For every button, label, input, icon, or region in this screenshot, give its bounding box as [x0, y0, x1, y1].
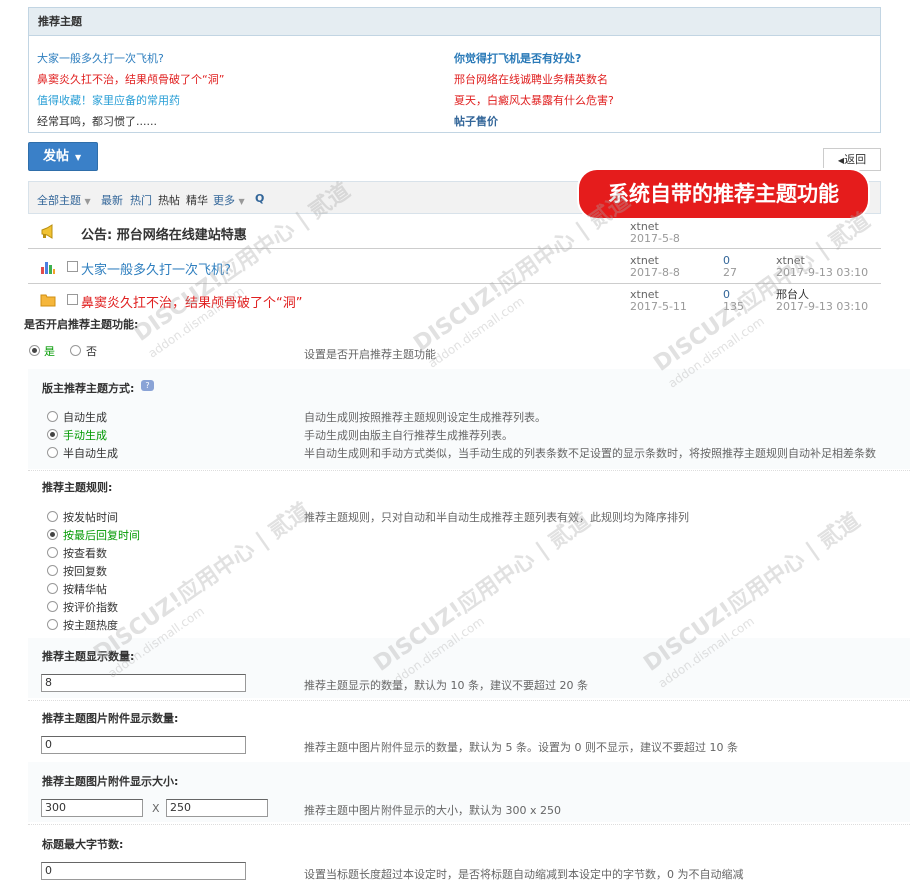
help-icon[interactable]: ? — [141, 380, 154, 391]
radio-label-rule[interactable]: 按查看数 — [63, 545, 107, 561]
setting-desc-img-size: 推荐主题中图片附件显示的大小，默认为 300 x 250 — [304, 804, 561, 817]
screenshot-stage: 推荐主题 大家一般多久打一次飞机? 鼻窦炎久扛不治，结果颅骨破了个“洞” 值得收… — [0, 0, 910, 889]
filter-hot-posts[interactable]: 热帖 — [158, 192, 180, 208]
setting-desc-count: 推荐主题显示的数量，默认为 10 条，建议不要超过 20 条 — [304, 679, 588, 692]
radio-label-rule[interactable]: 按最后回复时间 — [63, 527, 140, 543]
new-post-label: 发帖 — [43, 149, 70, 164]
chevron-down-icon: ▼ — [238, 197, 245, 206]
filter-digest[interactable]: 精华 — [186, 192, 208, 208]
thread-date: 2017-5-8 — [630, 232, 680, 245]
setting-desc-enable: 设置是否开启推荐主题功能 — [304, 348, 436, 361]
radio-label-no[interactable]: 否 — [86, 343, 97, 359]
setting-desc-title-len: 设置当标题长度超过本设定时，是否将标题自动缩减到本设定中的字节数，0 为不自动缩… — [304, 868, 744, 881]
recommend-link[interactable]: 经常耳鸣，都习惯了...... — [37, 111, 224, 132]
recommend-link[interactable]: 值得收藏！家里应备的常用药 — [37, 90, 224, 111]
img-count-input[interactable]: 0 — [41, 736, 246, 754]
recommend-right-list: 你觉得打飞机是否有好处? 邢台网络在线诚聘业务精英数名 夏天，白癜风太暴露有什么… — [454, 48, 614, 132]
filter-all-threads[interactable]: 全部主题 ▼ — [37, 192, 91, 208]
filter-latest[interactable]: 最新 — [101, 192, 123, 208]
setting-desc-mode-semi: 半自动生成则和手动方式类似，当手动生成的列表条数不足设置的显示条数时，将按照推荐… — [304, 447, 876, 460]
radio-rule-option[interactable] — [47, 565, 58, 576]
search-icon[interactable]: Q — [255, 192, 264, 205]
filter-all-label: 全部主题 — [37, 194, 81, 207]
divider — [28, 824, 910, 825]
img-width-input[interactable]: 300 — [41, 799, 143, 817]
setting-desc-mode-manual: 手动生成则由版主自行推荐生成推荐列表。 — [304, 429, 513, 442]
radio-rule-option[interactable] — [47, 547, 58, 558]
recommend-left-list: 大家一般多久打一次飞机? 鼻窦炎久扛不治，结果颅骨破了个“洞” 值得收藏！家里应… — [37, 48, 224, 132]
radio-rule-option[interactable] — [47, 619, 58, 630]
radio-label-mode-manual[interactable]: 手动生成 — [63, 427, 107, 443]
filter-more-label: 更多 — [213, 194, 235, 207]
setting-title-mode: 版主推荐主题方式: — [42, 382, 135, 395]
radio-rule-option[interactable] — [47, 601, 58, 612]
setting-desc-mode-auto: 自动生成则按照推荐主题规则设定生成推荐列表。 — [304, 411, 546, 424]
thread-checkbox[interactable] — [67, 294, 78, 305]
setting-title-enable: 是否开启推荐主题功能: — [24, 318, 139, 331]
radio-rule-option[interactable] — [47, 529, 58, 540]
filter-more[interactable]: 更多 ▼ — [213, 192, 245, 208]
setting-title-img-size: 推荐主题图片附件显示大小: — [42, 775, 179, 788]
thread-title[interactable]: 公告: 邢台网络在线建站特惠 — [81, 224, 247, 243]
recommend-box: 推荐主题 大家一般多久打一次飞机? 鼻窦炎久扛不治，结果颅骨破了个“洞” 值得收… — [28, 7, 881, 133]
img-height-input[interactable]: 250 — [166, 799, 268, 817]
table-row[interactable]: 公告: 邢台网络在线建站特惠 xtnet 2017-5-8 — [28, 214, 881, 249]
radio-enable-no[interactable] — [70, 345, 81, 356]
radio-label-mode-semi[interactable]: 半自动生成 — [63, 445, 118, 461]
setting-desc-img-count: 推荐主题中图片附件显示的数量，默认为 5 条。设置为 0 则不显示，建议不要超过… — [304, 741, 738, 754]
radio-label-rule[interactable]: 按精华帖 — [63, 581, 107, 597]
new-post-button[interactable]: 发帖 ▼ — [28, 142, 98, 171]
title-len-input[interactable]: 0 — [41, 862, 246, 880]
thread-checkbox[interactable] — [67, 261, 78, 272]
settings-panel: 是否开启推荐主题功能: 是 否 设置是否开启推荐主题功能 版主推荐主题方式: ?… — [0, 311, 910, 889]
recommend-link[interactable]: 你觉得打飞机是否有好处? — [454, 48, 614, 69]
setting-title-count: 推荐主题显示数量: — [42, 650, 135, 663]
recommend-link[interactable]: 帖子售价 — [454, 111, 614, 132]
radio-mode-semi[interactable] — [47, 447, 58, 458]
radio-mode-auto[interactable] — [47, 411, 58, 422]
divider — [28, 470, 910, 471]
annotation-callout: 系统自带的推荐主题功能 — [579, 170, 868, 218]
megaphone-icon — [41, 224, 53, 239]
recommend-link[interactable]: 大家一般多久打一次飞机? — [37, 48, 224, 69]
setting-title-rule: 推荐主题规则: — [42, 481, 113, 494]
setting-desc-rule: 推荐主题规则，只对自动和半自动生成推荐主题列表有效，此规则均为降序排列 — [304, 511, 689, 524]
size-separator: X — [152, 802, 160, 815]
recommend-link[interactable]: 鼻窦炎久扛不治，结果颅骨破了个“洞” — [37, 69, 224, 90]
chevron-down-icon: ▼ — [84, 197, 91, 206]
count-input[interactable]: 8 — [41, 674, 246, 692]
radio-label-mode-auto[interactable]: 自动生成 — [63, 409, 107, 425]
radio-mode-manual[interactable] — [47, 429, 58, 440]
filter-hot[interactable]: 热门 — [130, 192, 152, 208]
recommend-link[interactable]: 邢台网络在线诚聘业务精英数名 — [454, 69, 614, 90]
table-row[interactable]: 大家一般多久打一次飞机? xtnet 2017-8-8 0 27 xtnet 2… — [28, 249, 881, 284]
radio-enable-yes[interactable] — [29, 345, 40, 356]
radio-label-rule[interactable]: 按评价指数 — [63, 599, 118, 615]
thread-title[interactable]: 鼻窦炎久扛不治，结果颅骨破了个“洞” — [81, 292, 302, 311]
recommend-link[interactable]: 夏天，白癜风太暴露有什么危害? — [454, 90, 614, 111]
radio-label-rule[interactable]: 按发帖时间 — [63, 509, 118, 525]
table-row[interactable]: 鼻窦炎久扛不治，结果颅骨破了个“洞” xtnet 2017-5-11 0 135… — [28, 284, 881, 313]
radio-label-rule[interactable]: 按回复数 — [63, 563, 107, 579]
thread-views: 27 — [723, 266, 737, 279]
radio-label-yes[interactable]: 是 — [44, 343, 55, 359]
radio-rule-option[interactable] — [47, 583, 58, 594]
radio-rule-option[interactable] — [47, 511, 58, 522]
thread-title[interactable]: 大家一般多久打一次飞机? — [81, 259, 231, 278]
thread-last-time[interactable]: 2017-9-13 03:10 — [776, 267, 868, 279]
folder-icon — [40, 294, 56, 307]
thread-title-text: 邢台网络在线建站特惠 — [116, 228, 247, 243]
thread-prefix: 公告: — [81, 228, 113, 243]
recommend-header: 推荐主题 — [29, 8, 880, 36]
back-button[interactable]: ◀返回 — [823, 148, 881, 171]
back-label: 返回 — [844, 153, 867, 166]
thread-date: 2017-8-8 — [630, 266, 680, 279]
setting-title-img-count: 推荐主题图片附件显示数量: — [42, 712, 179, 725]
setting-title-title-len: 标题最大字节数: — [42, 838, 124, 851]
poll-icon — [41, 262, 55, 274]
radio-label-rule[interactable]: 按主题热度 — [63, 617, 118, 633]
chevron-down-icon: ▼ — [75, 153, 82, 162]
divider — [28, 700, 910, 701]
